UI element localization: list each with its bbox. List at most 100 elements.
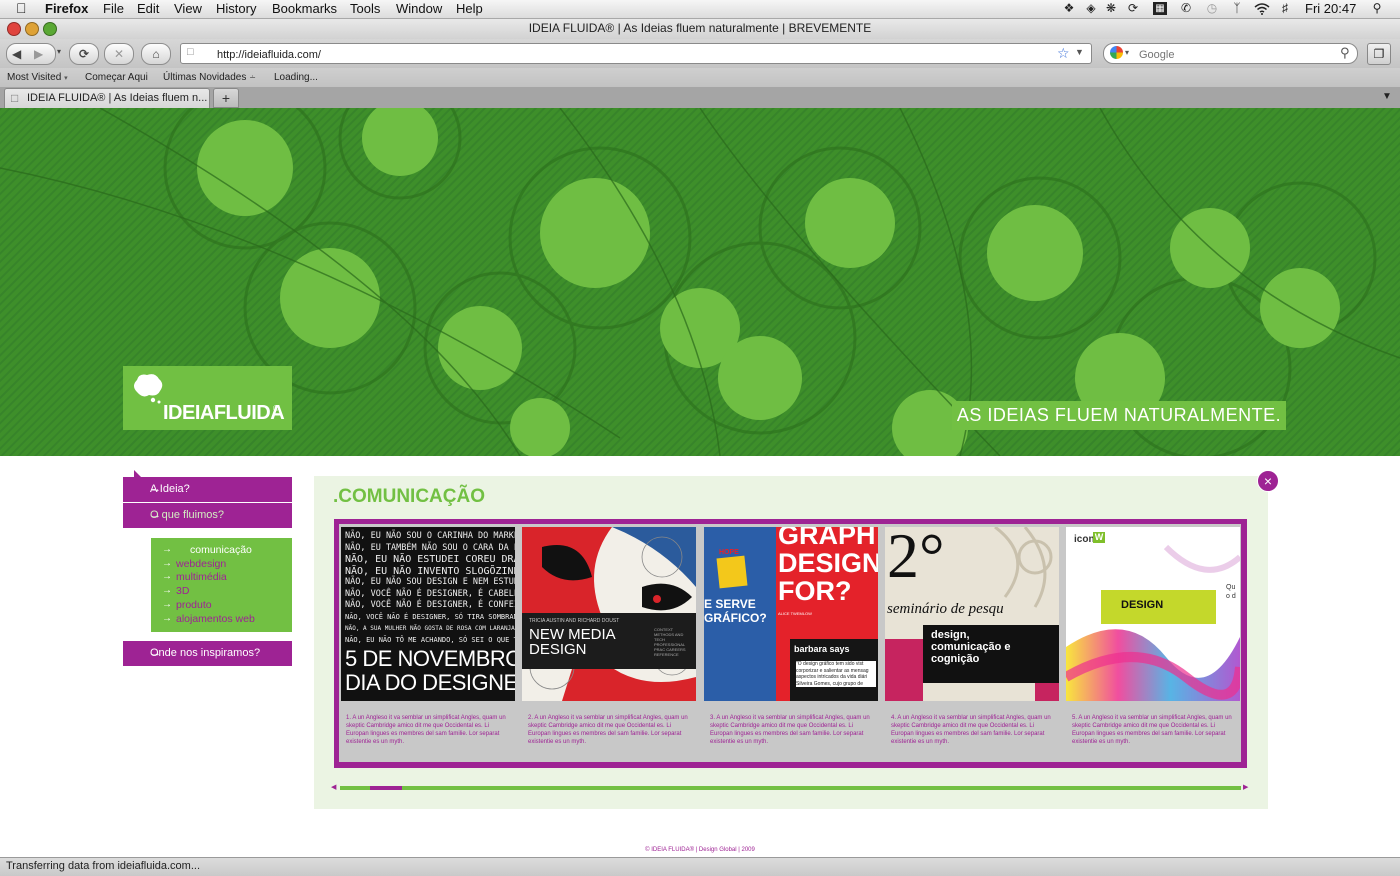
thought-bubble-icon <box>134 374 163 404</box>
close-icon[interactable]: × <box>1257 470 1279 492</box>
tab-label: IDEIA FLUIDA® | As Ideias fluem n... <box>27 92 208 104</box>
gallery-thumb-5[interactable]: DESIGN icon W Qu o d <box>1066 527 1240 701</box>
bookmark-loading[interactable]: Loading... <box>274 72 318 83</box>
gallery-thumb-1[interactable]: NÃO, EU NÃO SOU O CARINHA DO MARKETIN NÃ… <box>341 527 515 701</box>
thumb4-subtitle: cognição <box>931 653 980 665</box>
scroll-left-icon[interactable]: ◀ <box>331 783 336 791</box>
menu-window[interactable]: Window <box>396 1 442 16</box>
back-arrow-icon[interactable]: ◀ <box>12 44 21 64</box>
bookmark-ultimas-novidades[interactable]: Últimas Novidades ∸ <box>163 72 256 83</box>
home-icon[interactable]: ⌂ <box>141 43 171 65</box>
subnav-produto[interactable]: produto <box>176 599 212 611</box>
rss-feed-icon: ∸ <box>249 73 256 82</box>
nav-onde-nos-inspiramos[interactable]: → Onde nos inspiramos? <box>123 641 292 666</box>
arrow-right-icon: → <box>162 571 172 582</box>
thumb1-line: NÃO, EU NÃO ESTUDEI COREU DRA <box>345 554 515 565</box>
thumb3-sticker-text: HOPE <box>719 549 739 556</box>
keyboard-icon[interactable]: ▦ <box>1153 2 1167 15</box>
gallery-thumb-4[interactable]: 2° seminário de pesqu design, comunicaçã… <box>885 527 1059 701</box>
url-dropdown-icon[interactable]: ▼ <box>1075 47 1084 57</box>
scroll-right-icon[interactable]: ▶ <box>1243 783 1248 791</box>
dropbox-icon[interactable]: ❖ <box>1062 2 1076 15</box>
bookmark-most-visited[interactable]: Most Visited ▾ <box>7 72 68 83</box>
thumb1-headline: DIA DO DESIGNER <box>345 670 515 695</box>
thumb4-subtitle: design, <box>931 629 970 641</box>
thumb4-pink-block <box>885 639 923 701</box>
time-machine-icon[interactable]: ◷ <box>1205 2 1219 15</box>
thumb3-headline: FOR? <box>778 576 852 606</box>
spotlight-icon[interactable]: ◈ <box>1084 2 1098 15</box>
subnav-multimedia[interactable]: multimédia <box>176 571 227 583</box>
nav-a-ideia[interactable]: → A Ideia? <box>123 477 292 502</box>
thumb5-partial-text: Qu o d <box>1226 584 1236 600</box>
menu-edit[interactable]: Edit <box>137 1 159 16</box>
history-dropdown-icon[interactable]: ▾ <box>57 47 61 56</box>
menu-view[interactable]: View <box>174 1 202 16</box>
window-title: IDEIA FLUIDA® | As Ideias fluem naturalm… <box>528 21 872 35</box>
search-input[interactable] <box>1137 46 1331 63</box>
forward-arrow-icon[interactable]: ▶ <box>34 44 43 64</box>
thumb1-line: NÃO, EU NÃO SOU DESIGN E NEM ESTUDEI DES… <box>345 577 515 587</box>
volume-icon[interactable]: ♯ <box>1278 2 1292 15</box>
thumb1-line: NÃO, EU NÃO TÔ ME ACHANDO, SÓ SEI O QUE … <box>345 635 515 644</box>
google-engine-icon[interactable] <box>1110 46 1123 59</box>
thumb1-line: NÃO, VOCÊ NÃO É DESIGNER, É CONFEITEIR <box>345 600 515 610</box>
subnav-alojamentos-web[interactable]: alojamentos web <box>176 613 255 625</box>
search-bar[interactable]: ▾ ⚲ <box>1103 43 1358 64</box>
menu-help[interactable]: Help <box>456 1 483 16</box>
menu-history[interactable]: History <box>216 1 256 16</box>
url-bar[interactable]: □ ☆ ▼ <box>180 43 1092 64</box>
thumb1-line: NÃO, EU NÃO SOU O CARINHA DO MARKETIN <box>345 531 515 541</box>
site-logo[interactable]: IDEIAFLUIDA ® <box>123 366 292 430</box>
gallery-caption-1: 1. A un Angleso it va semblar un simplif… <box>346 715 506 745</box>
gallery-caption-3: 3. A un Angleso it va semblar un simplif… <box>710 715 870 745</box>
reload-icon[interactable]: ⟳ <box>69 43 99 65</box>
thumb1-headline: 5 DE NOVEMBRO <box>345 646 515 671</box>
stop-icon[interactable]: ✕ <box>104 43 134 65</box>
menu-tools[interactable]: Tools <box>350 1 380 16</box>
sync-icon[interactable]: ⟳ <box>1126 2 1140 15</box>
search-engine-dropdown-icon[interactable]: ▾ <box>1125 48 1129 57</box>
search-icon[interactable]: ⚲ <box>1340 45 1350 61</box>
tab-list-icon[interactable]: ▼ <box>1382 91 1392 102</box>
sidebar-toggle-icon[interactable]: ❐ <box>1367 43 1391 65</box>
status-bar: Transferring data from ideiafluida.com..… <box>0 857 1400 876</box>
menu-app-name[interactable]: Firefox <box>45 1 88 16</box>
menu-bookmarks[interactable]: Bookmarks <box>272 1 337 16</box>
arrow-right-icon: → <box>162 558 172 569</box>
gallery-thumb-3[interactable]: HOPE E SERVE GRÁFICO? GRAPH DESIGN FOR? … <box>704 527 878 701</box>
subnav-3d[interactable]: 3D <box>176 585 189 597</box>
bookmark-comecar-aqui[interactable]: Começar Aqui <box>85 72 148 83</box>
url-input[interactable] <box>215 46 1039 63</box>
thumb5-brand: icon <box>1074 534 1095 545</box>
arrow-right-icon: → <box>162 585 172 596</box>
menubar-clock[interactable]: Fri 20:47 <box>1305 1 1356 16</box>
wifi-icon[interactable] <box>1254 2 1270 15</box>
nav-o-que-fluimos-label: O que fluimos? <box>150 509 224 521</box>
nav-onde-nos-inspiramos-label: Onde nos inspiramos? <box>150 647 261 659</box>
nav-o-que-fluimos[interactable]: → O que fluimos? <box>123 503 292 528</box>
gallery-caption-5: 5. A un Angleso it va semblar un simplif… <box>1072 715 1232 745</box>
thumb3-headline: DESIGN <box>778 548 878 578</box>
gallery-thumb-2[interactable]: TRICIA AUSTIN AND RICHARD DOUST NEW MEDI… <box>522 527 696 701</box>
tab-active[interactable]: □ IDEIA FLUIDA® | As Ideias fluem n... <box>4 88 210 109</box>
gallery-scrollbar-thumb[interactable] <box>370 786 403 790</box>
spotlight-search-icon[interactable]: ⚲ <box>1370 2 1384 15</box>
bookmark-star-icon[interactable]: ☆ <box>1057 45 1070 62</box>
subnav-webdesign[interactable]: webdesign <box>176 558 226 570</box>
thumb3-headline: GRAPH <box>778 527 876 550</box>
menu-file[interactable]: File <box>103 1 124 16</box>
phone-icon[interactable]: ✆ <box>1179 2 1193 15</box>
tab-bar <box>0 87 1400 109</box>
bookmark-most-visited-label: Most Visited <box>7 72 62 83</box>
apple-icon[interactable]:  <box>16 0 27 16</box>
new-tab-button[interactable]: + <box>213 88 239 108</box>
subnav-comunicacao[interactable]: comunicação <box>190 544 252 556</box>
chevron-down-icon: ▾ <box>64 75 68 82</box>
thumb1-line: NÃO, EU NÃO INVENTO SLOGÕZINH <box>345 565 515 577</box>
arrow-right-icon: → <box>162 613 172 624</box>
thumb4-pink-block <box>1035 683 1059 701</box>
bluetooth-icon[interactable]: ᛉ <box>1230 2 1244 15</box>
gallery-scrollbar[interactable] <box>340 786 1241 790</box>
network-icon[interactable]: ❋ <box>1104 2 1118 15</box>
